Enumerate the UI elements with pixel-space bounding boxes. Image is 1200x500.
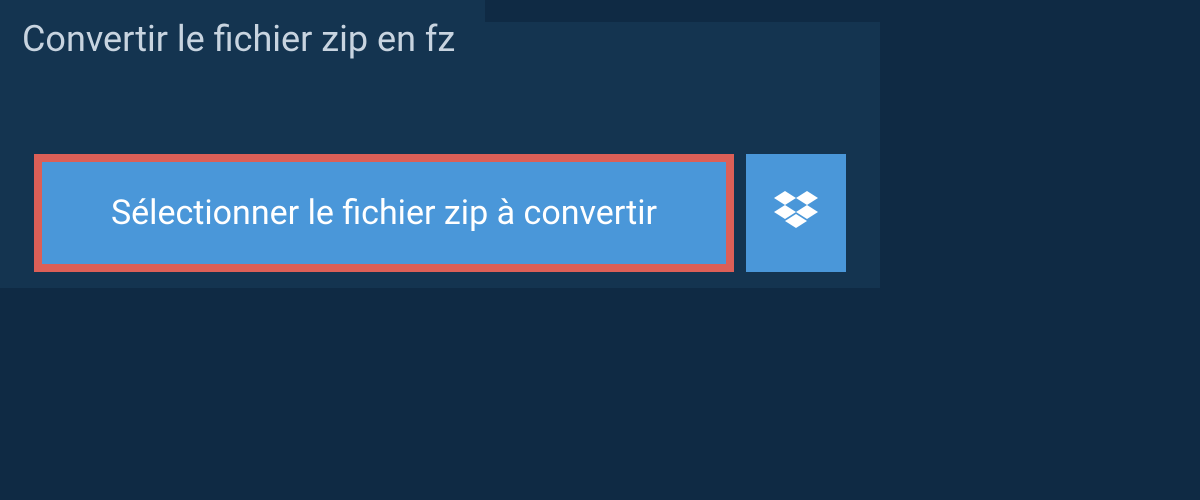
page-title-tab: Convertir le fichier zip en fz [0,0,485,78]
select-file-label: Sélectionner le fichier zip à convertir [111,193,657,233]
action-row: Sélectionner le fichier zip à convertir [34,154,846,272]
dropbox-icon [774,191,818,235]
select-file-button[interactable]: Sélectionner le fichier zip à convertir [34,154,734,272]
page-title: Convertir le fichier zip en fz [22,18,455,60]
dropbox-button[interactable] [746,154,846,272]
